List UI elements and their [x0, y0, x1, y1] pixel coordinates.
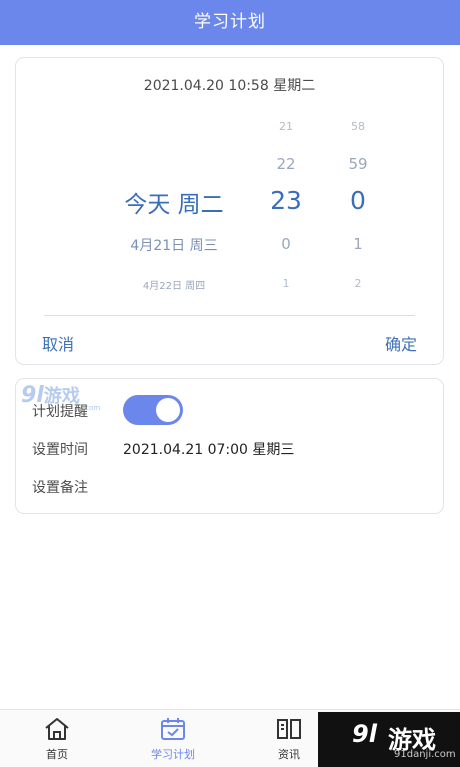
home-icon: [45, 718, 69, 740]
tab-home-label: 首页: [46, 748, 68, 761]
hour-option-selected[interactable]: 23: [270, 186, 302, 215]
watermark-mark: 9l: [21, 383, 44, 408]
set-time-label[interactable]: 设置时间: [32, 439, 88, 459]
minute-option[interactable]: 2: [355, 277, 362, 290]
tab-study-plan[interactable]: 学习计划: [133, 710, 213, 767]
hour-option[interactable]: 22: [276, 155, 295, 173]
tab-home[interactable]: 首页: [17, 710, 97, 767]
watermark-site-small: .com: [83, 404, 101, 412]
page-header: 学习计划: [0, 0, 460, 45]
tab-news[interactable]: 资讯: [249, 710, 329, 767]
minute-option-selected[interactable]: 0: [350, 186, 366, 215]
picker-current-datetime: 2021.04.20 10:58 星期二: [143, 78, 316, 94]
toggle-knob: [156, 398, 180, 422]
cancel-button[interactable]: 取消: [42, 331, 74, 355]
hour-option[interactable]: 21: [279, 120, 293, 133]
set-note-label[interactable]: 设置备注: [32, 477, 88, 497]
minute-option[interactable]: 1: [353, 235, 363, 253]
tab-news-label: 资讯: [278, 748, 300, 761]
watermark-text: 游戏: [43, 386, 80, 407]
day-option[interactable]: 4月21日 周三: [130, 235, 217, 255]
picker-divider: [44, 315, 415, 316]
watermark-logo: 9l 游戏 91danji.com: [318, 712, 460, 767]
remind-toggle[interactable]: [123, 395, 183, 425]
confirm-button[interactable]: 确定: [385, 331, 417, 355]
tab-study-plan-label: 学习计划: [151, 748, 195, 761]
day-option[interactable]: 4月22日 周四: [143, 277, 205, 292]
watermark-logo-small: 9l游戏 .com: [21, 382, 100, 412]
book-icon: [277, 719, 301, 739]
datetime-picker: 2021.04.20 10:58 星期二 今天 周二 4月21日 周三 4月22…: [15, 57, 444, 365]
day-option-selected[interactable]: 今天 周二: [124, 185, 223, 219]
watermark-site: 91danji.com: [394, 749, 456, 760]
minute-option[interactable]: 58: [351, 120, 365, 133]
minute-option[interactable]: 59: [348, 155, 367, 173]
watermark-mark: 9l: [352, 720, 377, 748]
hour-option[interactable]: 0: [281, 235, 291, 253]
set-time-value[interactable]: 2021.04.21 07:00 星期三: [123, 439, 294, 459]
hour-option[interactable]: 1: [283, 277, 290, 290]
calendar-check-icon: [161, 718, 185, 740]
page-title: 学习计划: [194, 12, 266, 32]
